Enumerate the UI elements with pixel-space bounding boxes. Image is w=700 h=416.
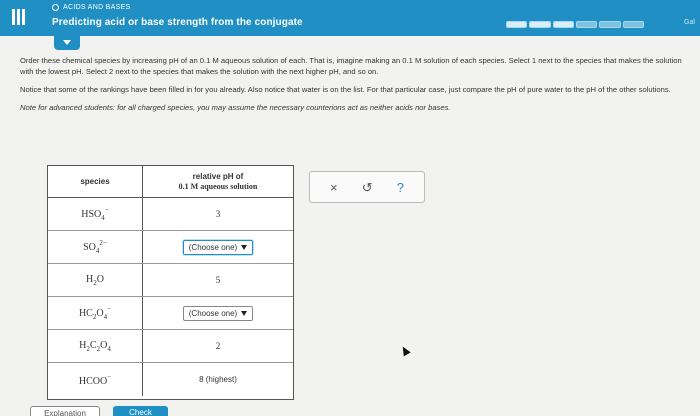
page-title: Predicting acid or base strength from th…: [52, 17, 303, 28]
progress-segment: [622, 21, 644, 28]
ph-cell: (Choose one): [143, 297, 293, 329]
ph-header-line-2: 0.1 M aqueous solution: [178, 181, 258, 191]
ph-rank-value: 5: [215, 275, 221, 285]
ph-rank-value: 8 (highest): [199, 375, 237, 384]
check-button[interactable]: Check: [113, 406, 168, 416]
topic-label: ACIDS AND BASES: [63, 4, 131, 11]
instructions-paragraph-2: Notice that some of the rankings have be…: [20, 85, 671, 94]
instructions-note: Note for advanced students: for all char…: [20, 103, 451, 112]
ph-cell: (Choose one): [143, 231, 293, 263]
table-row: H2C2O4 2: [48, 330, 293, 363]
menu-icon[interactable]: [12, 9, 26, 25]
ph-cell: 2: [143, 330, 293, 362]
species-formula-h2c2o4: H2C2O4: [79, 339, 111, 353]
species-formula-hc2o4: HC2O4−: [78, 305, 112, 321]
ranking-table: species relative pH of 0.1 M aqueous sol…: [47, 165, 294, 400]
topic-row: ACIDS AND BASES: [52, 4, 131, 11]
species-cell: SO42−: [48, 231, 143, 263]
species-cell: HCOO−: [48, 363, 143, 396]
ph-rank-value: 3: [215, 209, 221, 219]
table-header: species relative pH of 0.1 M aqueous sol…: [48, 166, 293, 198]
rank-select[interactable]: (Choose one): [182, 305, 254, 321]
explanation-button[interactable]: Explanation: [30, 406, 100, 416]
help-icon[interactable]: ?: [397, 181, 404, 194]
undo-icon[interactable]: ↺: [362, 181, 373, 194]
progress-bar: [506, 21, 644, 28]
species-header: species: [48, 166, 143, 197]
ph-rank-value: 2: [215, 341, 221, 351]
progress-segment: [599, 21, 621, 28]
ph-cell: 5: [143, 264, 293, 296]
ph-cell: 3: [143, 198, 293, 230]
instructions: Order these chemical species by increasi…: [20, 55, 690, 120]
ph-cell: 8 (highest): [143, 363, 293, 396]
table-row: SO42− (Choose one): [48, 231, 293, 264]
species-cell: H2C2O4: [48, 330, 143, 362]
ph-header: relative pH of 0.1 M aqueous solution: [143, 166, 293, 197]
progress-segment: [506, 21, 528, 28]
top-bar: ACIDS AND BASES Predicting acid or base …: [0, 0, 700, 36]
header-link[interactable]: Gal: [684, 19, 695, 26]
rank-select[interactable]: (Choose one): [182, 239, 254, 255]
instructions-paragraph-1: Order these chemical species by increasi…: [20, 56, 682, 76]
species-formula-hcoo: HCOO−: [78, 372, 112, 387]
species-formula-so4: SO42−: [83, 239, 107, 255]
species-cell: H2O: [48, 264, 143, 296]
chevron-down-icon: [63, 40, 71, 45]
progress-segment: [552, 21, 574, 28]
collapse-toggle[interactable]: [54, 36, 80, 50]
species-formula-hso4: HSO4−: [81, 206, 109, 222]
close-icon[interactable]: ×: [330, 181, 338, 194]
answer-tools: × ↺ ?: [309, 171, 425, 203]
progress-segment: [529, 21, 551, 28]
topic-circle-icon: [52, 4, 59, 11]
table-row: H2O 5: [48, 264, 293, 297]
rank-select-value: (Choose one): [188, 242, 238, 252]
mouse-cursor-icon: [399, 344, 411, 357]
species-cell: HSO4−: [48, 198, 143, 230]
table-row: HCOO− 8 (highest): [48, 363, 293, 396]
species-cell: HC2O4−: [48, 297, 143, 329]
caret-down-icon: [241, 244, 248, 250]
species-formula-h2o: H2O: [86, 273, 104, 287]
table-row: HSO4− 3: [48, 198, 293, 231]
rank-select-value: (Choose one): [188, 308, 238, 318]
ph-header-line-1: relative pH of: [192, 171, 244, 181]
table-row: HC2O4− (Choose one): [48, 297, 293, 330]
progress-segment: [575, 21, 598, 28]
caret-down-icon: [241, 310, 248, 316]
